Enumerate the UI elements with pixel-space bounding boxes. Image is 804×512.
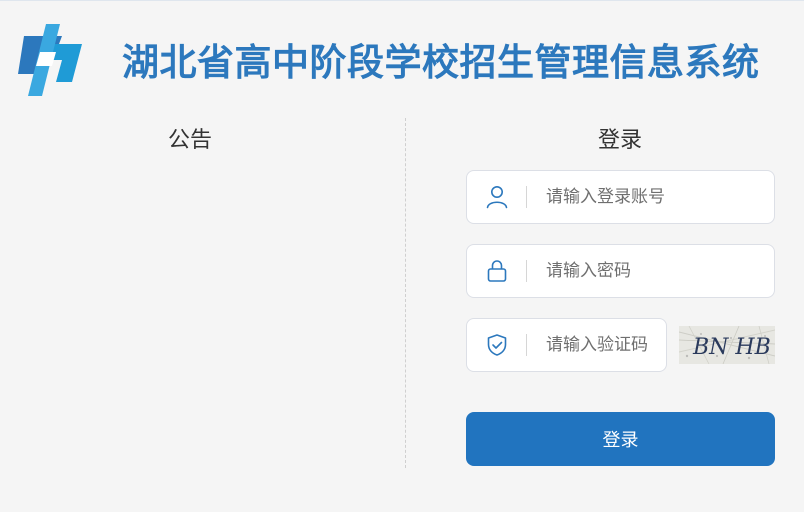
shield-check-icon <box>487 334 507 356</box>
field-separator <box>526 260 527 282</box>
site-title: 湖北省高中阶段学校招生管理信息系统 <box>122 41 760 84</box>
user-icon <box>486 186 508 209</box>
captcha-input[interactable] <box>546 329 664 361</box>
captcha-text: BN HB <box>692 335 771 360</box>
login-heading: 登录 <box>597 128 642 153</box>
captcha-image[interactable]: BN HB <box>679 326 775 364</box>
field-separator <box>526 334 527 356</box>
header: 湖北省高中阶段学校招生管理信息系统 <box>0 0 804 100</box>
login-page: 湖北省高中阶段学校招生管理信息系统 公告 登录 请输入登录账号 请输入验证码 B… <box>0 0 804 512</box>
password-input[interactable] <box>546 255 756 287</box>
username-input[interactable] <box>546 181 756 213</box>
password-field[interactable] <box>466 244 775 298</box>
column-divider <box>405 118 406 468</box>
captcha-field[interactable] <box>466 318 667 372</box>
login-button[interactable]: 登录 <box>466 412 775 466</box>
username-field[interactable] <box>466 170 775 224</box>
lock-icon <box>487 260 507 282</box>
notice-heading: 公告 <box>167 128 212 153</box>
field-separator <box>526 186 527 208</box>
zhong-logo-icon <box>18 24 82 96</box>
